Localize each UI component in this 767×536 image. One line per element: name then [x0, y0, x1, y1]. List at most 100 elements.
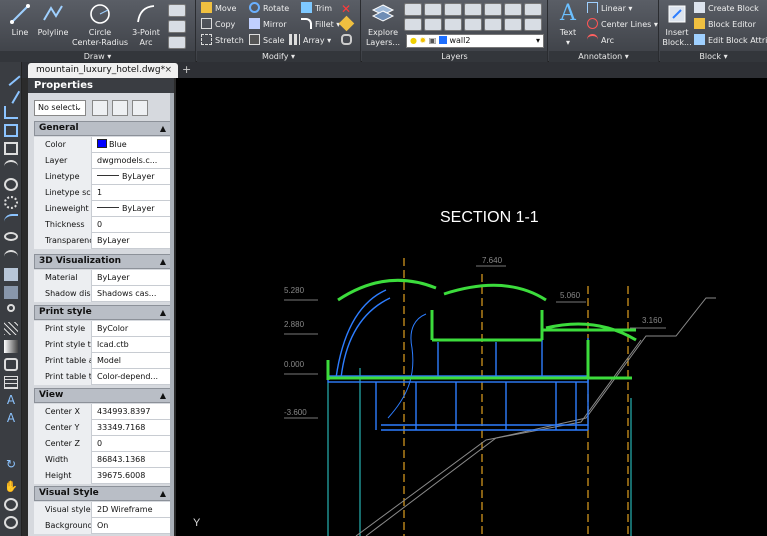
layer-tool-6[interactable]	[504, 3, 522, 16]
block-group-title[interactable]: Block ▾	[660, 51, 767, 62]
create-block-button[interactable]: Create Block	[694, 2, 759, 16]
property-row[interactable]: Lineweight ByLayer	[34, 201, 172, 217]
property-value[interactable]: 0	[94, 436, 172, 451]
property-value[interactable]: 0	[94, 217, 172, 232]
copy-button[interactable]: Copy	[201, 18, 235, 32]
tool-gradient-icon[interactable]	[4, 340, 18, 353]
property-value[interactable]: 434993.8397	[94, 404, 172, 419]
section-print-style[interactable]: Print style ▲	[34, 305, 172, 320]
property-row[interactable]: Height 39675.6008	[34, 468, 172, 484]
tool-redraw-icon[interactable]: ↻	[4, 458, 18, 471]
layer-tool-9[interactable]	[424, 18, 442, 31]
layer-tool-14[interactable]	[524, 18, 542, 31]
scale-button[interactable]: Scale	[249, 34, 285, 48]
property-row[interactable]: Shadow displ... Shadows cas...	[34, 286, 172, 302]
layer-tool-11[interactable]	[464, 18, 482, 31]
rotate-button[interactable]: Rotate	[249, 2, 289, 16]
tool-xline-icon[interactable]	[1, 85, 21, 104]
move-button[interactable]: Move	[201, 2, 236, 16]
collapse-icon[interactable]: ▲	[160, 389, 166, 402]
tool-mtext-icon[interactable]: A	[4, 394, 18, 407]
property-row[interactable]: Center X 434993.8397	[34, 404, 172, 420]
arc-dimension-button[interactable]: Arc	[587, 34, 614, 48]
line-button[interactable]: Line	[4, 2, 36, 38]
property-row[interactable]: Background On	[34, 518, 172, 534]
properties-scrollbar[interactable]	[170, 93, 174, 536]
section-visual-style[interactable]: Visual Style ▲	[34, 486, 172, 501]
property-value[interactable]: Blue	[94, 137, 172, 152]
region-tool[interactable]	[168, 36, 186, 49]
toggle-pickadd-button[interactable]	[92, 100, 108, 116]
property-row[interactable]: Width 86843.1368	[34, 452, 172, 468]
tool-pan-icon[interactable]: ✋	[4, 480, 18, 493]
layer-dropdown[interactable]: ● ✹ ▣ wall2 ▾	[406, 34, 544, 48]
polyline-button[interactable]: Polyline	[36, 2, 70, 38]
layer-tool-1[interactable]	[404, 3, 422, 16]
new-tab-button[interactable]: +	[182, 63, 191, 76]
collapse-icon[interactable]: ▲	[160, 255, 166, 268]
rectangle-tool[interactable]	[168, 4, 186, 17]
property-row[interactable]: Material ByLayer	[34, 270, 172, 286]
property-row[interactable]: Center Y 33349.7168	[34, 420, 172, 436]
explore-layers-button[interactable]: Explore Layers...	[364, 2, 402, 48]
collapse-icon[interactable]: ▲	[160, 122, 166, 135]
property-value[interactable]: ByColor	[94, 321, 172, 336]
property-row[interactable]: Color Blue	[34, 137, 172, 153]
property-value[interactable]: ByLayer	[94, 201, 172, 216]
collapse-icon[interactable]: ▲	[160, 487, 166, 500]
stretch-button[interactable]: Stretch	[201, 34, 244, 48]
section-view[interactable]: View ▲	[34, 388, 172, 403]
property-row[interactable]: Linetype scale 1	[34, 185, 172, 201]
edit-block-attrib-button[interactable]: Edit Block Attrib	[694, 34, 767, 48]
property-value[interactable]: ByLayer	[94, 233, 172, 248]
tool-spline-icon[interactable]	[4, 214, 18, 227]
document-tab[interactable]: mountain_luxury_hotel.dwg* ×	[28, 63, 178, 78]
property-row[interactable]: Center Z 0	[34, 436, 172, 452]
property-value[interactable]: 2D Wireframe	[94, 502, 172, 517]
property-value[interactable]: Shadows cas...	[94, 286, 172, 301]
fillet-button[interactable]: Fillet ▾	[301, 18, 340, 32]
tool-table-icon[interactable]	[4, 376, 18, 389]
property-row[interactable]: Layer dwgmodels.c...	[34, 153, 172, 169]
property-row[interactable]: Transparency ByLayer	[34, 233, 172, 249]
select-objects-button[interactable]	[112, 100, 128, 116]
tool-text-icon[interactable]: A	[4, 412, 18, 425]
property-value[interactable]: dwgmodels.c...	[94, 153, 172, 168]
annotation-group-title[interactable]: Annotation ▾	[549, 51, 658, 62]
section-general[interactable]: General ▲	[34, 121, 172, 136]
text-button[interactable]: A Text ▾	[551, 2, 585, 48]
tool-point-icon[interactable]	[7, 304, 15, 312]
property-value[interactable]: On	[94, 518, 172, 533]
circle-button[interactable]: Circle Center-Radius	[70, 2, 130, 48]
quick-select-button[interactable]	[132, 100, 148, 116]
drawing-canvas[interactable]: SECTION 1-1 5.280 2.880 0.000 -3.600 7.6…	[176, 78, 767, 536]
block-editor-button[interactable]: Block Editor	[694, 18, 756, 32]
modify-group-title[interactable]: Modify ▾	[197, 51, 360, 62]
layers-group-title[interactable]: Layers	[362, 51, 547, 62]
property-value[interactable]: 33349.7168	[94, 420, 172, 435]
section-3d-visualization[interactable]: 3D Visualization ▲	[34, 254, 172, 269]
tool-circle-icon[interactable]	[4, 178, 18, 191]
property-row[interactable]: Print style ByColor	[34, 321, 172, 337]
tool-arc-icon[interactable]	[4, 160, 18, 173]
layer-tool-3[interactable]	[444, 3, 462, 16]
center-lines-button[interactable]: Center Lines ▾	[587, 18, 658, 32]
property-value[interactable]: 1	[94, 185, 172, 200]
tool-block-icon[interactable]	[4, 286, 18, 299]
layer-tool-2[interactable]	[424, 3, 442, 16]
property-value[interactable]: ByLayer	[94, 169, 172, 184]
layer-tool-4[interactable]	[464, 3, 482, 16]
layer-tool-10[interactable]	[444, 18, 462, 31]
property-value[interactable]: ByLayer	[94, 270, 172, 285]
property-row[interactable]: Visual style 2D Wireframe	[34, 502, 172, 518]
tool-zoom-icon[interactable]	[4, 498, 18, 511]
tool-hatch-icon[interactable]	[4, 322, 18, 335]
property-row[interactable]: Print table type Color-depend...	[34, 369, 172, 385]
layer-tool-12[interactable]	[484, 18, 502, 31]
tool-ellipse-arc-icon[interactable]	[4, 250, 18, 263]
array-button[interactable]: Array ▾	[289, 34, 331, 48]
tool-rectangle-icon[interactable]	[4, 142, 18, 155]
property-value[interactable]: Model	[94, 353, 172, 368]
hatch-tool[interactable]	[168, 20, 186, 33]
trim-button[interactable]: Trim	[301, 2, 332, 16]
